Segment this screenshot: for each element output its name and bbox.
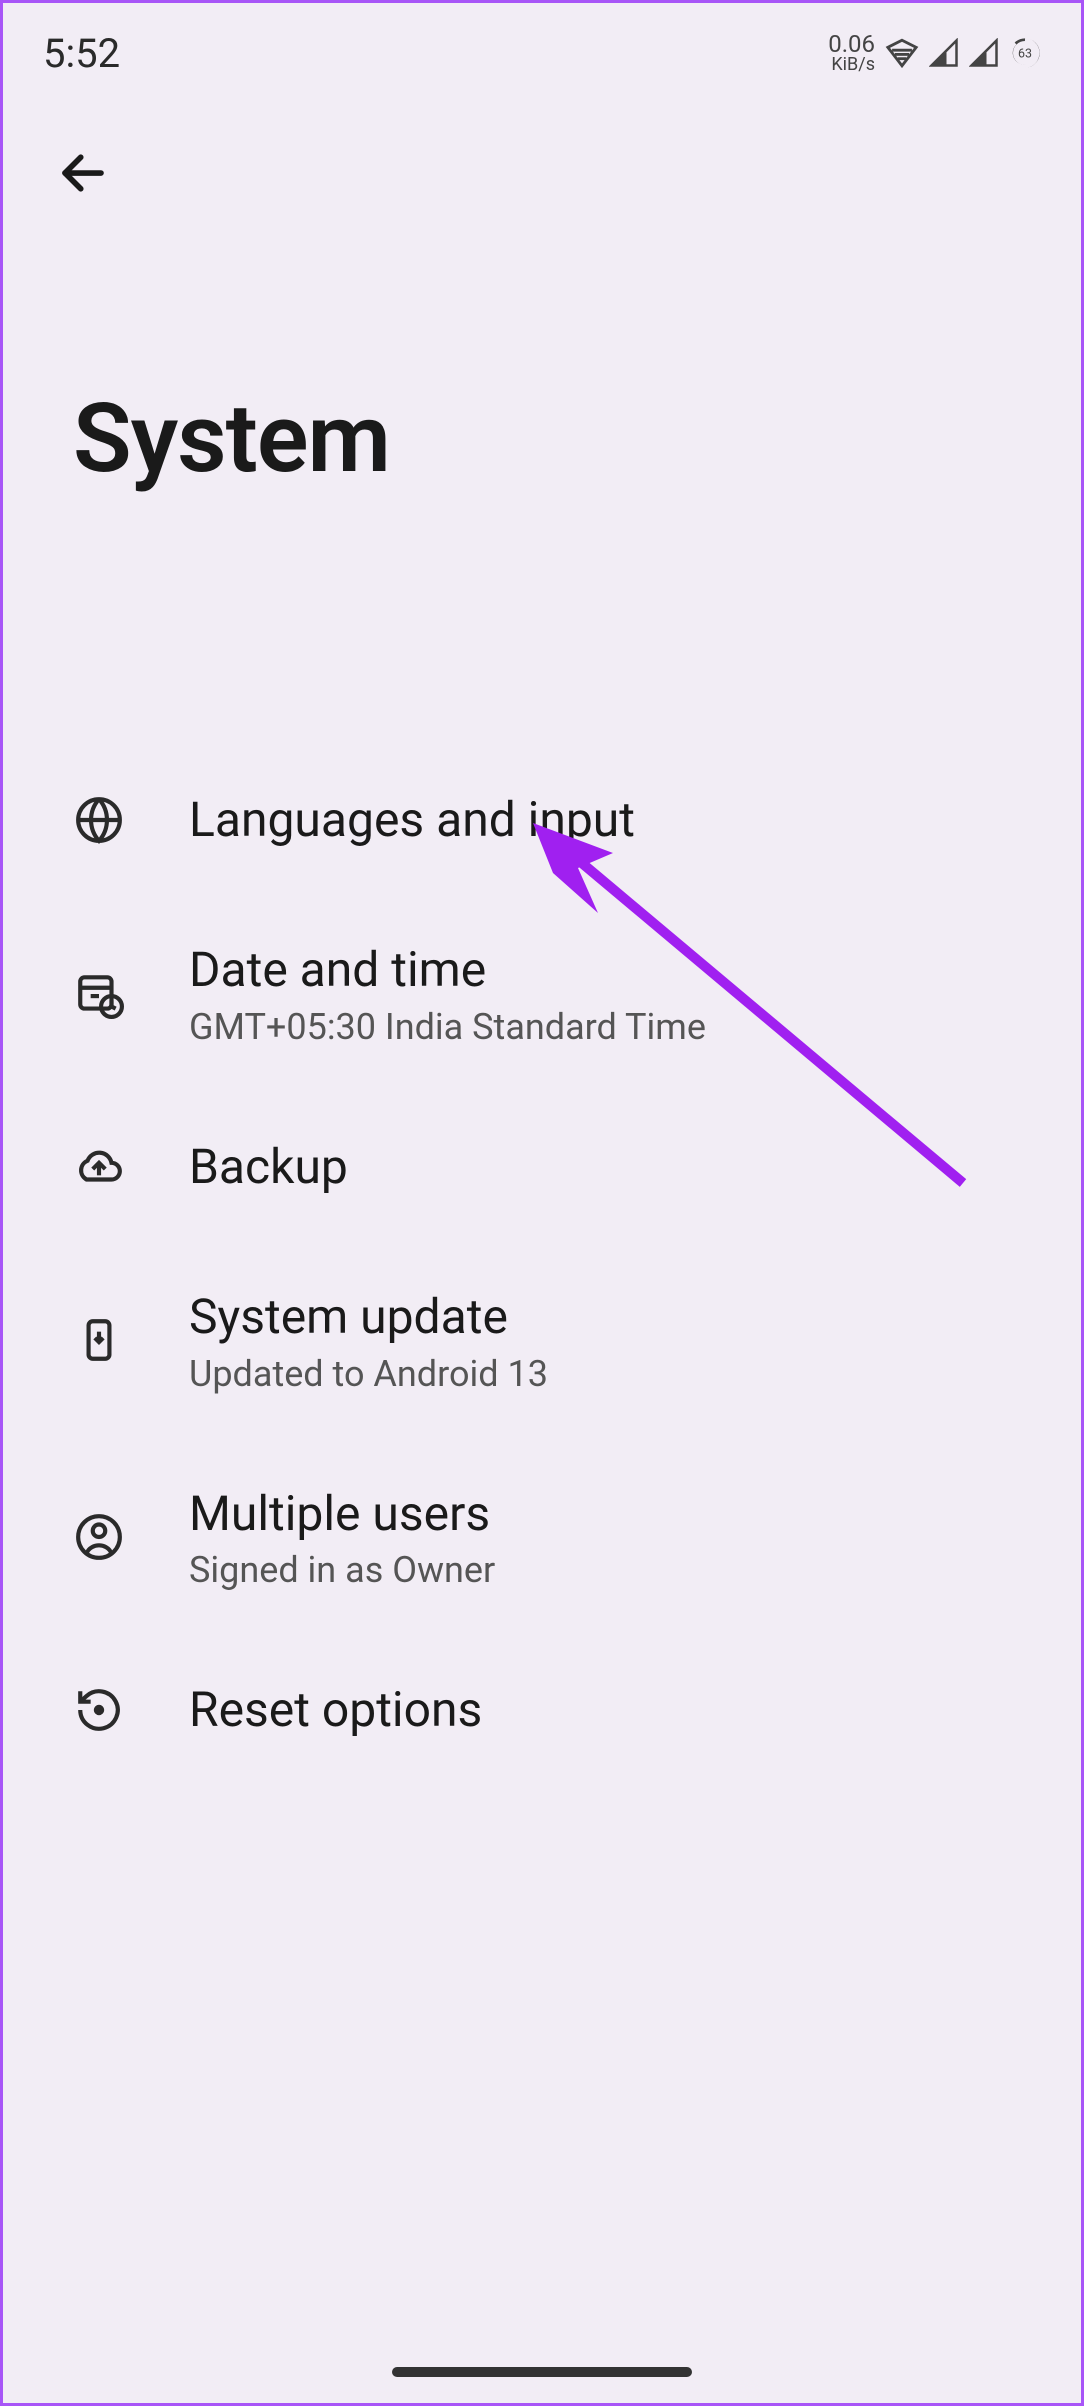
setting-system-update[interactable]: System update Updated to Android 13 [3,1242,1081,1438]
setting-sub: GMT+05:30 India Standard Time [189,1006,706,1048]
setting-multiple-users[interactable]: Multiple users Signed in as Owner [3,1439,1081,1635]
setting-sub: Signed in as Owner [189,1549,495,1591]
setting-label: Multiple users [189,1483,495,1545]
phone-download-icon [73,1314,125,1366]
calendar-clock-icon [73,968,125,1020]
setting-date-time[interactable]: Date and time GMT+05:30 India Standard T… [3,895,1081,1091]
signal-1-icon [929,38,959,68]
network-speed: 0.06 KiB/s [828,32,875,74]
setting-sub: Updated to Android 13 [189,1353,548,1395]
setting-label: Reset options [189,1679,482,1741]
svg-text:63: 63 [1018,46,1032,61]
back-button[interactable] [53,143,113,203]
wifi-icon [885,36,919,70]
speed-value: 0.06 [828,32,875,56]
setting-backup[interactable]: Backup [3,1092,1081,1242]
globe-icon [73,794,125,846]
setting-label: Languages and input [189,789,635,851]
cloud-upload-icon [73,1141,125,1193]
arrow-left-icon [56,146,110,200]
setting-label: Date and time [189,939,706,1001]
settings-list: Languages and input Date and time GMT+05… [3,745,1081,1785]
signal-2-icon [969,38,999,68]
setting-reset-options[interactable]: Reset options [3,1635,1081,1785]
user-circle-icon [73,1511,125,1563]
battery-icon: 63 [1009,37,1041,69]
status-right: 0.06 KiB/s [828,32,1041,74]
nav-bar-handle[interactable] [392,2367,692,2377]
status-time: 5:52 [43,30,120,77]
setting-label: System update [189,1286,548,1348]
page-title: System [73,383,1081,495]
setting-languages-input[interactable]: Languages and input [3,745,1081,895]
setting-label: Backup [189,1136,348,1198]
speed-unit: KiB/s [831,56,875,74]
reset-icon [73,1684,125,1736]
status-bar: 5:52 0.06 KiB/s [3,3,1081,93]
